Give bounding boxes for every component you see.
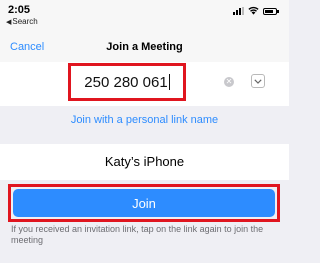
meeting-id-value: 250 280 061	[84, 73, 168, 91]
nav-bar: Cancel Join a Meeting	[0, 34, 289, 63]
system-icons	[233, 5, 279, 15]
wifi-icon	[248, 6, 259, 15]
status-bar: 2:05 ◀Search	[0, 0, 289, 34]
help-text: If you received an invitation link, tap …	[11, 224, 264, 245]
clear-icon[interactable]: ✕	[224, 77, 234, 87]
text-cursor	[168, 74, 170, 90]
signal-icon	[233, 7, 244, 15]
back-to-app[interactable]: ◀Search	[6, 17, 38, 28]
join-button[interactable]: Join	[13, 189, 275, 217]
personal-link-button[interactable]: Join with a personal link name	[71, 114, 218, 126]
battery-icon	[263, 8, 279, 15]
back-app-label: Search	[12, 17, 38, 26]
display-name-field[interactable]: Katy’s iPhone	[0, 144, 289, 180]
clock: 2:05	[8, 4, 31, 16]
back-arrow-icon: ◀	[6, 19, 12, 26]
page-title: Join a Meeting	[106, 41, 183, 53]
join-highlight: Join	[8, 184, 280, 222]
chevron-down-icon	[254, 78, 262, 84]
meeting-id-input[interactable]: 250 280 061	[68, 63, 186, 101]
history-dropdown-button[interactable]	[251, 74, 265, 88]
personal-link-row: Join with a personal link name	[0, 106, 289, 134]
meeting-id-row: 250 280 061 ✕	[0, 62, 289, 106]
